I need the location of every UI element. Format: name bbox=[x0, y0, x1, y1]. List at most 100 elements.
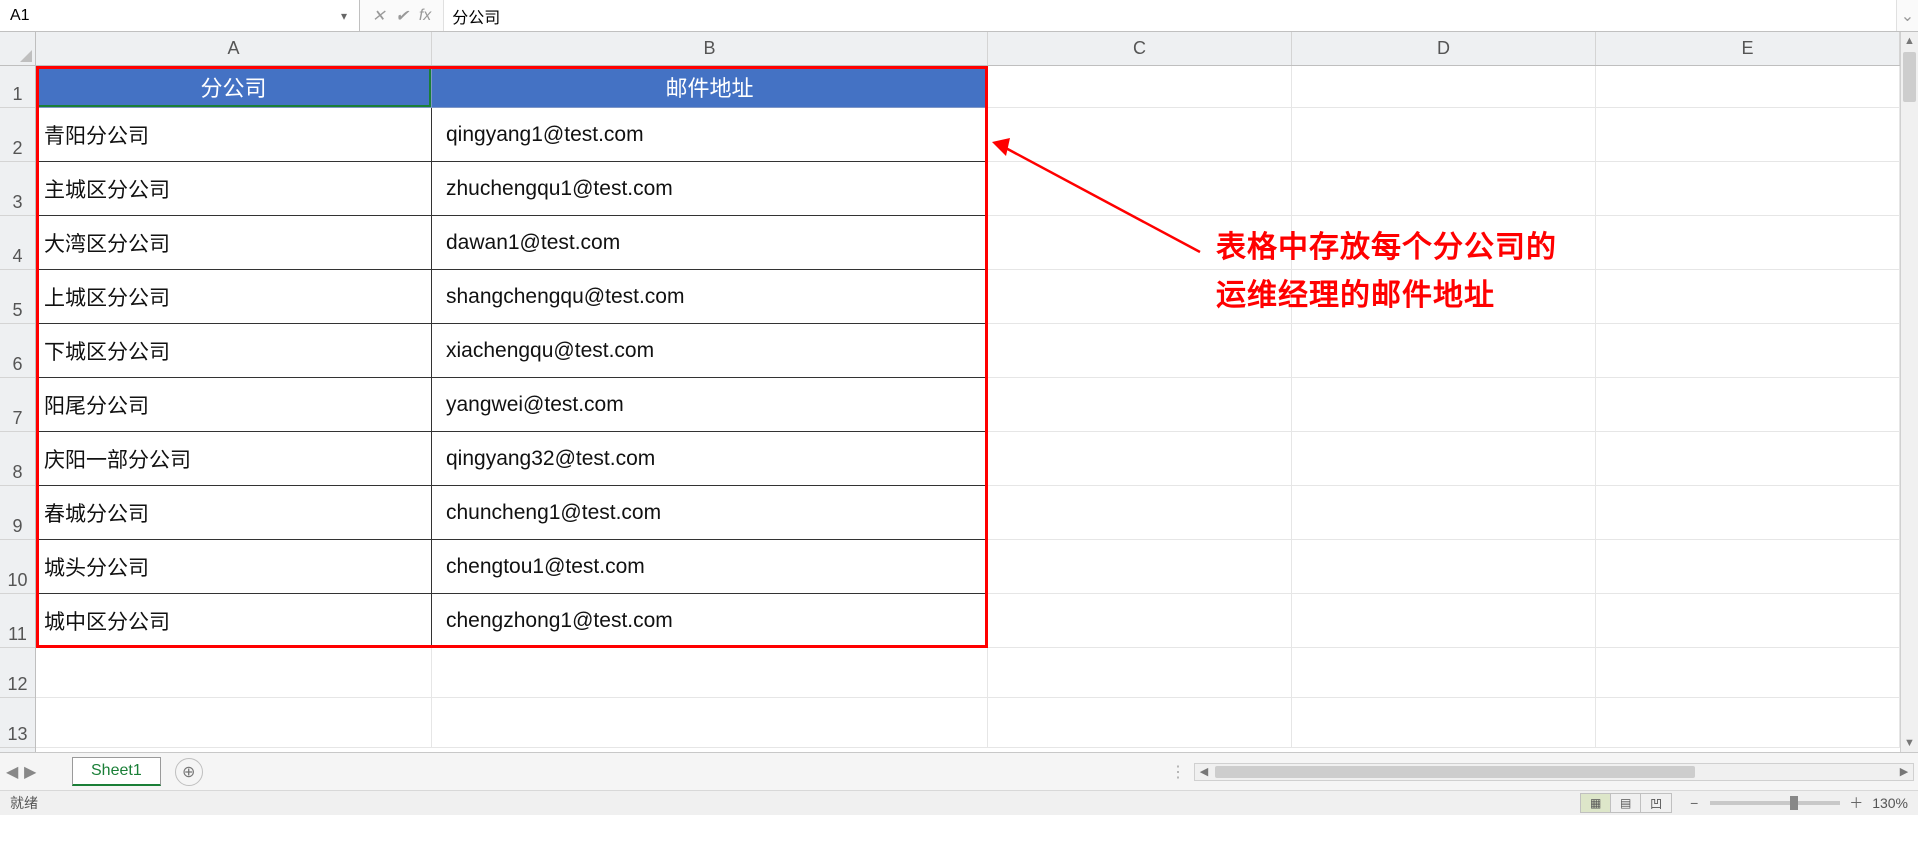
cell[interactable]: shangchengqu@test.com bbox=[432, 270, 988, 324]
cell[interactable]: 上城区分公司 bbox=[36, 270, 432, 324]
cell[interactable]: xiachengqu@test.com bbox=[432, 324, 988, 378]
cell[interactable] bbox=[1292, 432, 1596, 486]
cell[interactable] bbox=[988, 432, 1292, 486]
view-page-layout-button[interactable]: ▤ bbox=[1611, 794, 1641, 812]
cell[interactable] bbox=[1596, 594, 1900, 648]
cell[interactable] bbox=[1292, 378, 1596, 432]
cell[interactable] bbox=[1596, 162, 1900, 216]
column-header-E[interactable]: E bbox=[1596, 32, 1900, 65]
cell[interactable]: chuncheng1@test.com bbox=[432, 486, 988, 540]
add-sheet-button[interactable]: ⊕ bbox=[175, 758, 203, 786]
horizontal-scrollbar[interactable]: ◀ ▶ bbox=[1194, 763, 1914, 781]
cell[interactable] bbox=[36, 648, 432, 698]
zoom-slider-knob[interactable] bbox=[1790, 796, 1798, 810]
scroll-left-icon[interactable]: ◀ bbox=[1195, 764, 1213, 780]
cell[interactable] bbox=[1596, 108, 1900, 162]
cell[interactable]: 城中区分公司 bbox=[36, 594, 432, 648]
vertical-scrollbar[interactable]: ▲ ▼ bbox=[1900, 32, 1918, 752]
zoom-percent-label[interactable]: 130% bbox=[1872, 795, 1908, 811]
cell[interactable]: 青阳分公司 bbox=[36, 108, 432, 162]
row-header-9[interactable]: 9 bbox=[0, 486, 35, 540]
row-header-7[interactable]: 7 bbox=[0, 378, 35, 432]
name-box-input[interactable] bbox=[6, 5, 335, 27]
name-box-dropdown-icon[interactable]: ▾ bbox=[335, 9, 353, 23]
horizontal-scroll-thumb[interactable] bbox=[1215, 766, 1695, 778]
cell[interactable] bbox=[1292, 540, 1596, 594]
cell[interactable] bbox=[1596, 432, 1900, 486]
cell[interactable]: dawan1@test.com bbox=[432, 216, 988, 270]
cell[interactable] bbox=[1596, 270, 1900, 324]
cell[interactable] bbox=[1596, 698, 1900, 748]
cell[interactable] bbox=[1596, 540, 1900, 594]
row-header-13[interactable]: 13 bbox=[0, 698, 35, 748]
cell[interactable] bbox=[988, 698, 1292, 748]
tab-nav-next-icon[interactable]: ◀ bbox=[24, 762, 36, 782]
cell[interactable] bbox=[1596, 216, 1900, 270]
zoom-out-button[interactable]: − bbox=[1686, 795, 1702, 811]
formula-input[interactable] bbox=[444, 0, 1896, 31]
cell[interactable] bbox=[1292, 66, 1596, 108]
fx-icon[interactable]: fx bbox=[419, 7, 431, 25]
table-header-branch[interactable]: 分公司 bbox=[36, 66, 432, 108]
row-header-4[interactable]: 4 bbox=[0, 216, 35, 270]
cell[interactable]: 大湾区分公司 bbox=[36, 216, 432, 270]
cell[interactable] bbox=[988, 108, 1292, 162]
cell[interactable]: 阳尾分公司 bbox=[36, 378, 432, 432]
cell[interactable]: 主城区分公司 bbox=[36, 162, 432, 216]
cell[interactable] bbox=[1596, 66, 1900, 108]
formula-expand-icon[interactable]: ⌄ bbox=[1896, 0, 1918, 31]
cell[interactable] bbox=[1596, 324, 1900, 378]
view-normal-button[interactable]: ▦ bbox=[1581, 794, 1611, 812]
cell[interactable] bbox=[988, 162, 1292, 216]
select-all-corner[interactable] bbox=[0, 32, 36, 66]
tab-nav-prev-icon[interactable]: ◀ bbox=[6, 762, 18, 782]
row-header-11[interactable]: 11 bbox=[0, 594, 35, 648]
cell[interactable] bbox=[988, 324, 1292, 378]
row-header-2[interactable]: 2 bbox=[0, 108, 35, 162]
cell[interactable] bbox=[1596, 378, 1900, 432]
row-header-10[interactable]: 10 bbox=[0, 540, 35, 594]
row-header-8[interactable]: 8 bbox=[0, 432, 35, 486]
cell[interactable] bbox=[1596, 648, 1900, 698]
vertical-scroll-thumb[interactable] bbox=[1903, 52, 1916, 102]
scroll-up-icon[interactable]: ▲ bbox=[1901, 32, 1918, 50]
row-header-12[interactable]: 12 bbox=[0, 648, 35, 698]
cell[interactable]: qingyang32@test.com bbox=[432, 432, 988, 486]
tab-scroll-split-icon[interactable]: ⋮ bbox=[1162, 762, 1194, 782]
zoom-in-button[interactable]: ＋ bbox=[1848, 793, 1864, 813]
cell[interactable] bbox=[988, 648, 1292, 698]
cell[interactable] bbox=[1292, 594, 1596, 648]
cell[interactable] bbox=[1292, 648, 1596, 698]
column-header-A[interactable]: A bbox=[36, 32, 432, 65]
confirm-formula-icon[interactable]: ✔ bbox=[395, 6, 408, 26]
table-header-email[interactable]: 邮件地址 bbox=[432, 66, 988, 108]
cell[interactable]: yangwei@test.com bbox=[432, 378, 988, 432]
cell[interactable]: 庆阳一部分公司 bbox=[36, 432, 432, 486]
cell[interactable] bbox=[1596, 486, 1900, 540]
row-header-1[interactable]: 1 bbox=[0, 66, 35, 108]
cell[interactable] bbox=[1292, 324, 1596, 378]
cell[interactable] bbox=[1292, 162, 1596, 216]
cell[interactable] bbox=[988, 594, 1292, 648]
view-page-break-button[interactable]: 凹 bbox=[1641, 794, 1671, 812]
cells-area[interactable]: 分公司邮件地址青阳分公司qingyang1@test.com主城区分公司zhuc… bbox=[36, 66, 1900, 752]
zoom-slider[interactable] bbox=[1710, 801, 1840, 805]
cell[interactable] bbox=[432, 648, 988, 698]
sheet-tab-active[interactable]: Sheet1 bbox=[72, 757, 161, 786]
row-header-6[interactable]: 6 bbox=[0, 324, 35, 378]
cell[interactable] bbox=[1292, 108, 1596, 162]
cell[interactable] bbox=[988, 540, 1292, 594]
cell[interactable] bbox=[988, 378, 1292, 432]
scroll-down-icon[interactable]: ▼ bbox=[1901, 734, 1918, 752]
cell[interactable]: qingyang1@test.com bbox=[432, 108, 988, 162]
column-header-B[interactable]: B bbox=[432, 32, 988, 65]
cell[interactable]: chengtou1@test.com bbox=[432, 540, 988, 594]
cell[interactable]: 城头分公司 bbox=[36, 540, 432, 594]
row-header-3[interactable]: 3 bbox=[0, 162, 35, 216]
cancel-formula-icon[interactable]: ✕ bbox=[372, 6, 385, 26]
cell[interactable] bbox=[36, 698, 432, 748]
cell[interactable]: zhuchengqu1@test.com bbox=[432, 162, 988, 216]
cell[interactable]: 下城区分公司 bbox=[36, 324, 432, 378]
cell[interactable]: 春城分公司 bbox=[36, 486, 432, 540]
column-header-C[interactable]: C bbox=[988, 32, 1292, 65]
